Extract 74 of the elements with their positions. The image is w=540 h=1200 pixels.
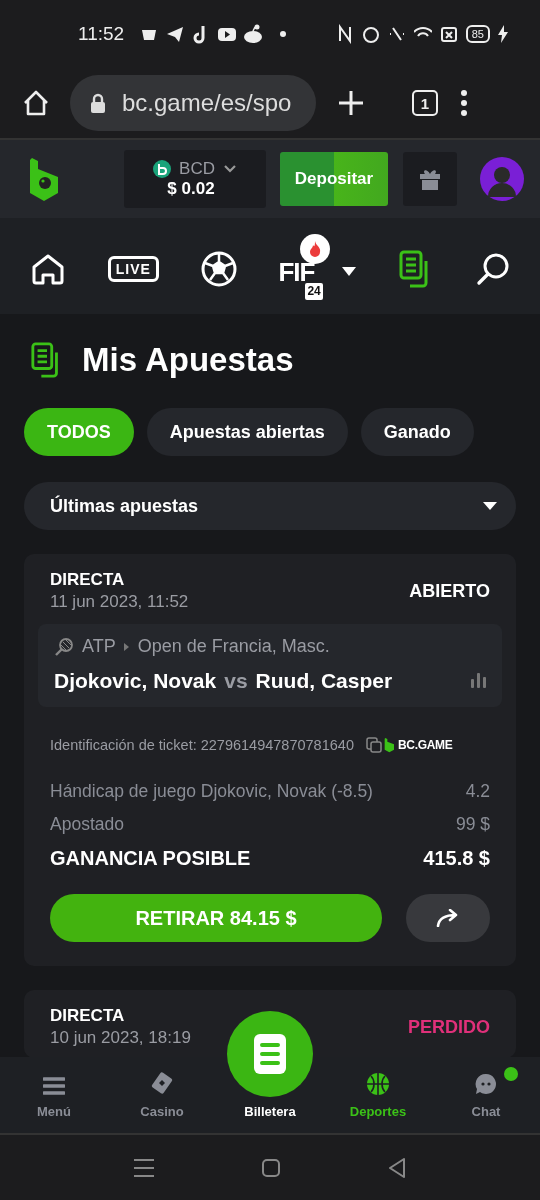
paper-plane-icon (166, 24, 185, 44)
chevron-right-icon (123, 641, 130, 652)
tennis-racket-icon (54, 636, 74, 657)
clock-time: 11:52 (78, 23, 125, 45)
nav-tab[interactable]: Casino (108, 1057, 216, 1133)
home-button-icon[interactable] (262, 1158, 280, 1177)
fifa-tab[interactable]: FIF 24 (278, 234, 357, 304)
lock-icon (90, 93, 106, 113)
bet-status: ABIERTO (409, 580, 490, 602)
back-icon[interactable] (388, 1157, 406, 1178)
team-name: Ruud, Casper (255, 669, 393, 693)
caret-icon (483, 501, 497, 511)
recent-apps-icon[interactable] (134, 1158, 154, 1177)
gift-button[interactable] (403, 152, 457, 206)
url-text: bc.game/es/spo (122, 89, 292, 117)
line-label: Apostado (50, 814, 124, 835)
home-icon[interactable] (22, 89, 50, 117)
soccer-ball-icon[interactable] (200, 251, 237, 287)
line-label: Hándicap de juego Djokovic, Novak (-8.5) (50, 781, 373, 802)
battery-level: 85 (465, 25, 490, 43)
chevron-down-icon (222, 164, 237, 174)
dot-icon (280, 31, 287, 37)
balance-amount: $ 0.02 (167, 179, 215, 199)
home-icon[interactable] (30, 253, 66, 285)
brand-logo: BC.GAME (383, 737, 453, 753)
share-button[interactable] (406, 894, 490, 942)
plus-icon[interactable] (338, 90, 364, 116)
logo-icon (383, 737, 396, 753)
nav-label[interactable]: Billetera (244, 1104, 296, 1119)
alarm-icon (361, 24, 380, 44)
bet-type: DIRECTA (50, 1006, 126, 1026)
sort-dropdown[interactable]: Últimas apuestas (24, 482, 516, 530)
bet-type: DIRECTA (50, 570, 126, 590)
charging-icon (498, 25, 508, 43)
flame-icon (309, 241, 322, 257)
ticket-id: Identificación de ticket: 2279614947870781640 (50, 737, 354, 753)
balance-selector[interactable]: BCD $ 0.02 (124, 150, 266, 208)
bet-date: 11 jun 2023, 11:52 (50, 592, 189, 612)
deposit-button[interactable]: Depositar (280, 152, 388, 206)
line-value: 4.2 (465, 781, 490, 802)
address-bar[interactable]: bc.game/es/spo (70, 75, 316, 131)
filter-chip[interactable]: Apuestas abiertas (146, 408, 348, 456)
nav-tab[interactable]: Menú (0, 1057, 108, 1133)
tab-count-button[interactable]: 1 (412, 90, 438, 116)
tournament-name: Open de Francia, Masc. (137, 636, 330, 657)
more-icon[interactable] (460, 90, 468, 116)
payout-value: 415.8 $ (423, 847, 490, 870)
nav-tab[interactable]: Deportes (324, 1057, 432, 1133)
team-name: Djokovic, Novak (54, 669, 217, 693)
live-tab[interactable]: LIVE (107, 256, 159, 282)
no-sim-icon (439, 24, 458, 44)
currency-label: BCD (179, 159, 215, 179)
robot-head-icon (244, 24, 263, 44)
league-name: ATP (82, 636, 116, 657)
caret-icon (342, 267, 357, 277)
copy-icon[interactable] (365, 737, 382, 753)
search-icon[interactable] (475, 252, 510, 286)
event-panel[interactable]: ATP Open de Francia, Masc. Djokovic, Novak vs Ruud, Casper (38, 624, 502, 707)
gift-icon (419, 168, 441, 190)
share-arrow-icon (436, 909, 460, 927)
basketball-icon (366, 1072, 390, 1096)
chat-icon (474, 1072, 498, 1096)
coin-icon (153, 160, 172, 178)
bet-date: 10 jun 2023, 18:19 (50, 1028, 191, 1048)
versus-label: vs (224, 669, 248, 693)
bet-status: PERDIDO (408, 1016, 490, 1038)
line-value: 99 $ (455, 814, 490, 835)
menu-icon (43, 1076, 65, 1096)
page-title: Mis Apuestas (82, 341, 294, 379)
filter-chip[interactable]: Ganado (360, 408, 474, 456)
nav-tab[interactable]: Chat (432, 1057, 540, 1133)
payout-label: GANANCIA POSIBLE (50, 847, 251, 870)
stats-icon (470, 672, 488, 688)
wallet-icon (254, 1034, 286, 1074)
